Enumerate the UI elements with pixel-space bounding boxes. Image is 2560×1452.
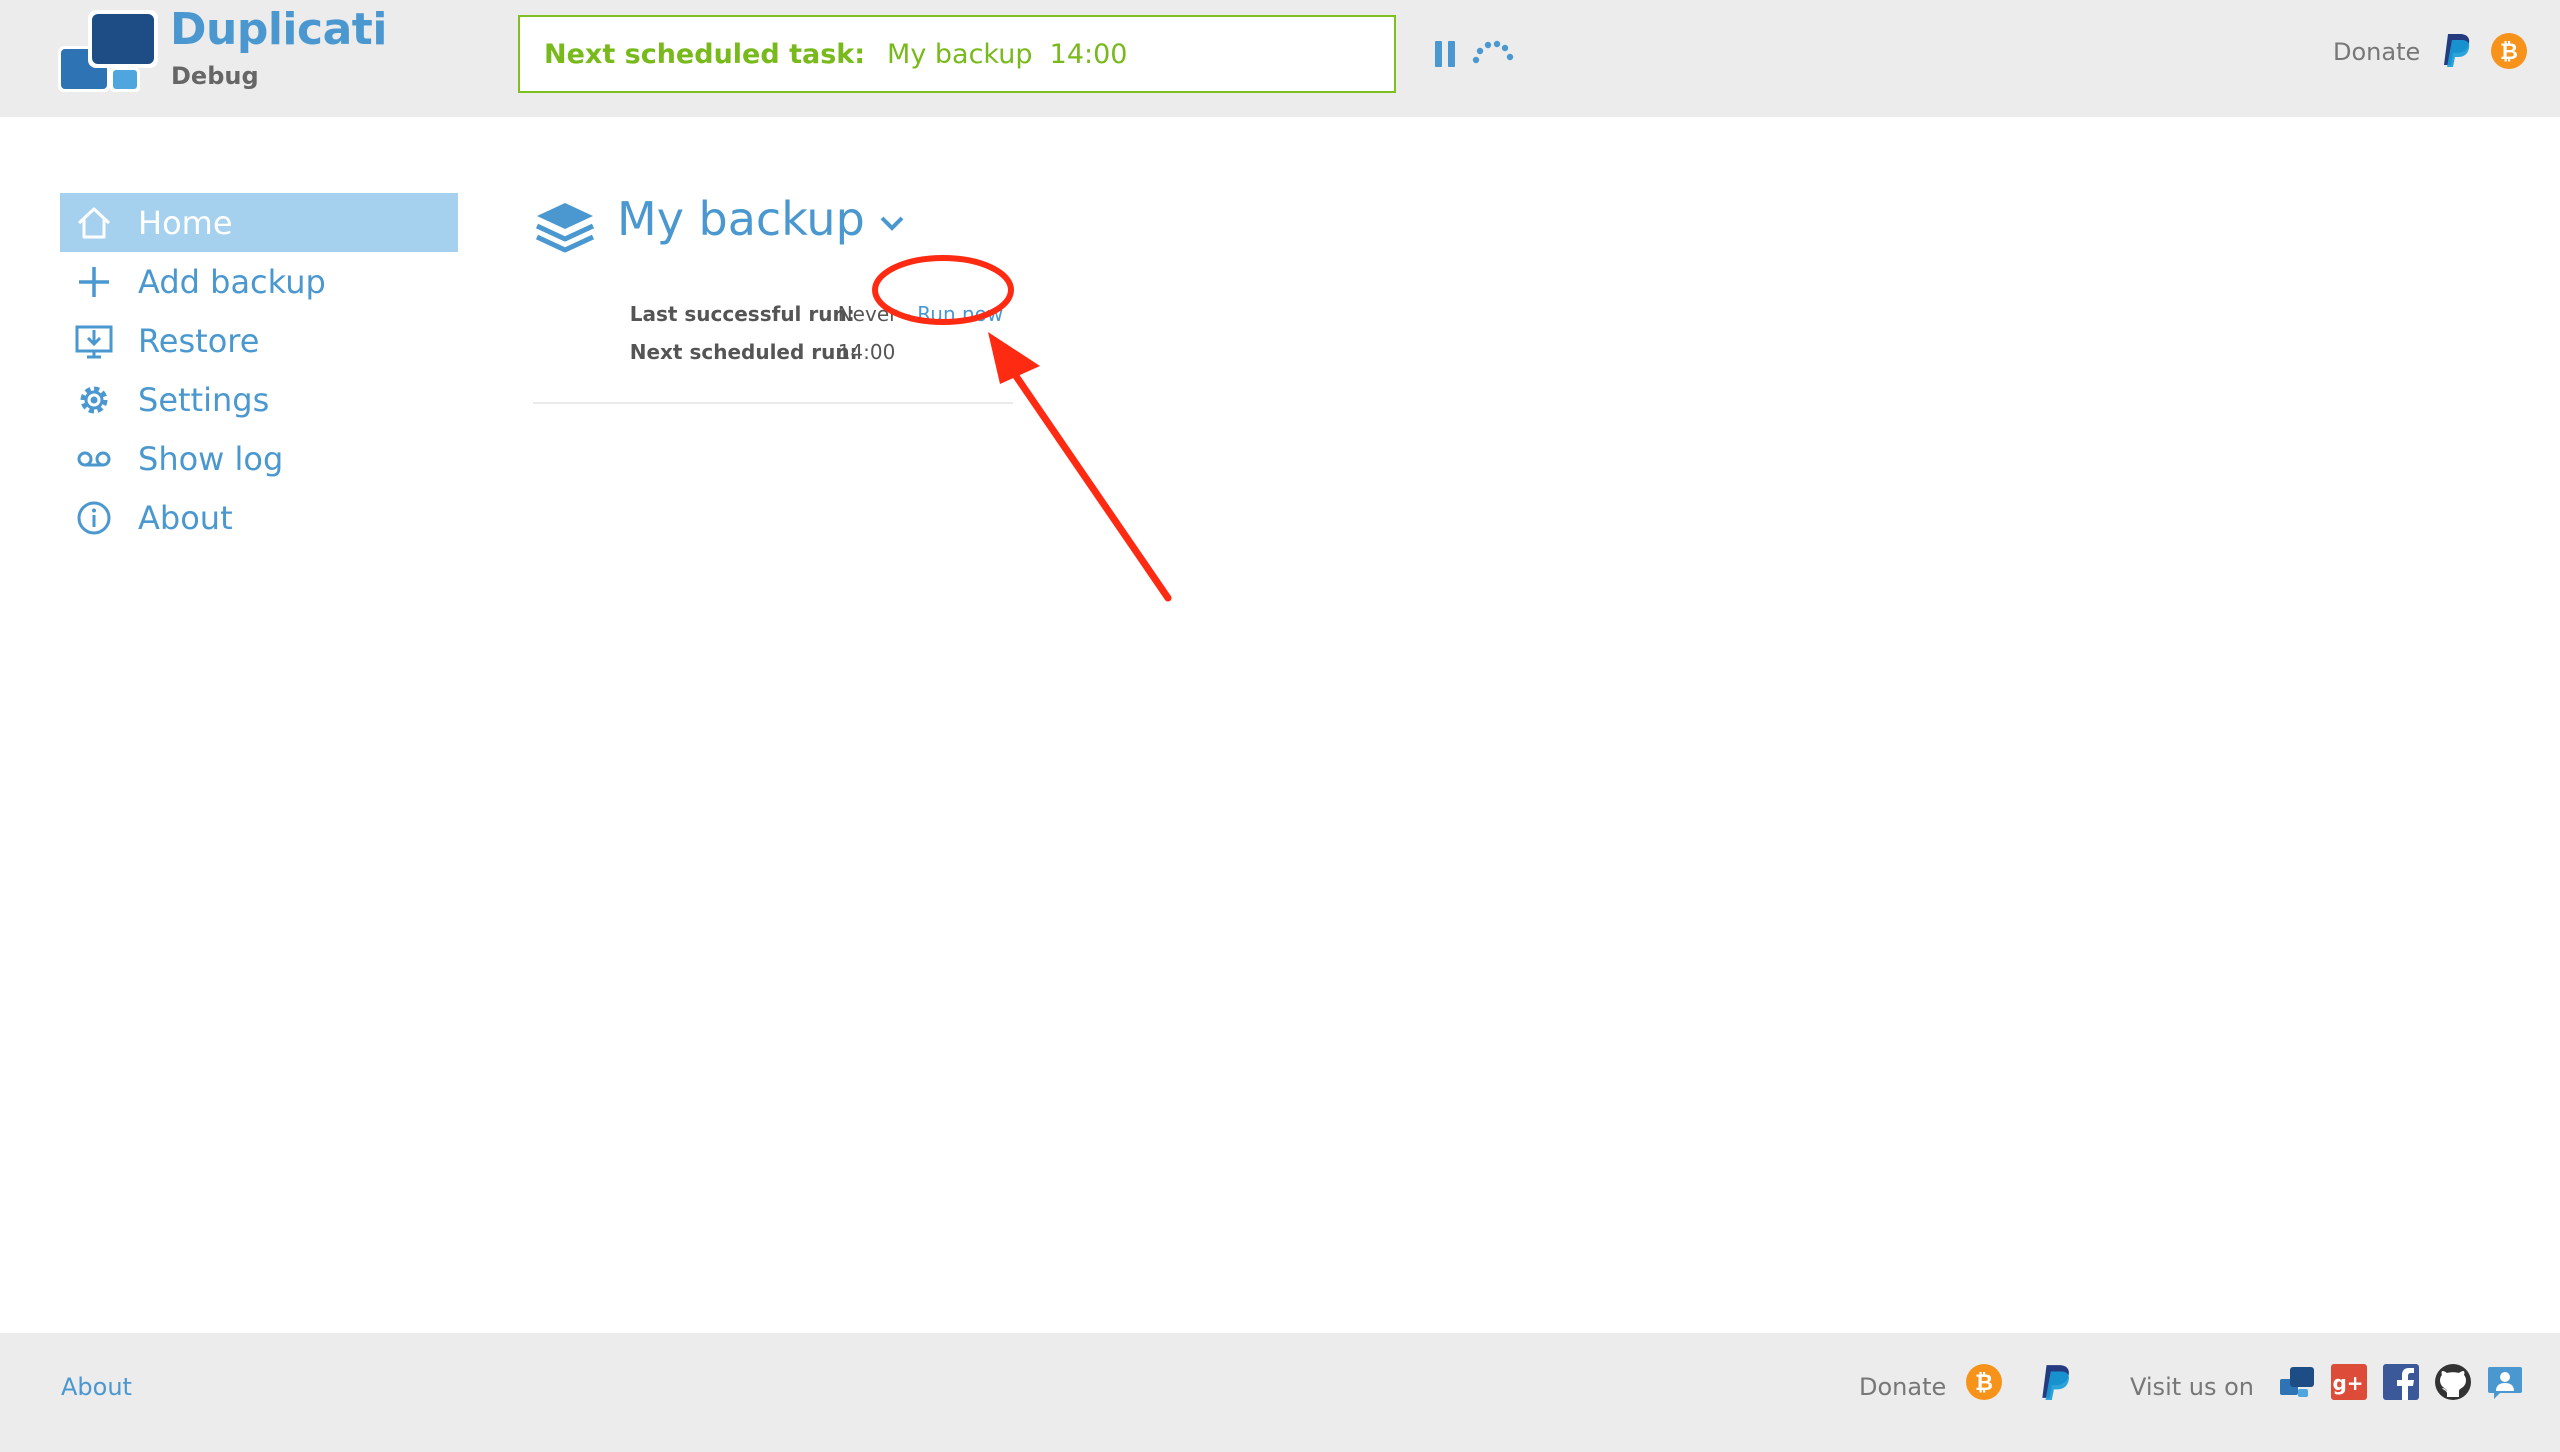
chevron-down-icon[interactable] — [879, 214, 905, 232]
sidebar-item-label: Restore — [138, 321, 260, 360]
backup-name: My backup — [617, 192, 865, 246]
throttle-icon[interactable] — [1472, 40, 1514, 64]
duplicati-logo[interactable] — [58, 10, 166, 96]
gear-icon — [72, 378, 116, 422]
next-run-value: 14:00 — [837, 340, 896, 364]
facebook-icon[interactable] — [2382, 1363, 2420, 1401]
paypal-icon[interactable] — [2036, 1363, 2074, 1401]
sidebar-item-label: About — [138, 498, 233, 537]
top-bar: Duplicati Debug Next scheduled task: My … — [0, 0, 2560, 117]
plus-icon — [72, 260, 116, 304]
svg-text:g+: g+ — [2332, 1371, 2363, 1395]
donate-label: Donate — [2333, 38, 2421, 66]
sidebar-item-label: Show log — [138, 439, 284, 478]
restore-icon — [72, 319, 116, 363]
run-separator: - — [903, 302, 911, 326]
sidebar-item-label: Settings — [138, 380, 270, 419]
bitcoin-icon[interactable]: ₿ — [1965, 1363, 2003, 1401]
home-icon — [72, 201, 116, 245]
run-now-link[interactable]: Run now — [917, 302, 1003, 326]
brand-subtitle: Debug — [171, 62, 259, 90]
paypal-icon[interactable] — [2440, 32, 2472, 68]
task-label: Next scheduled task: — [544, 38, 866, 70]
bitcoin-icon[interactable]: ₿ — [2490, 32, 2528, 70]
footer-bar: About Donate ₿ Visit us on g+ — [0, 1333, 2560, 1452]
sidebar-item-label: Home — [138, 203, 233, 242]
sidebar-item-home[interactable]: Home — [60, 193, 458, 252]
sidebar-item-label: Add backup — [138, 262, 326, 301]
next-run-label: Next scheduled run: — [629, 340, 858, 364]
backup-title[interactable]: My backup — [617, 192, 905, 246]
svg-text:₿: ₿ — [2500, 40, 2518, 65]
next-run-row: Next scheduled run:14:00 — [617, 316, 896, 364]
backup-divider — [533, 402, 1013, 404]
footer-about-link[interactable]: About — [61, 1373, 132, 1401]
github-icon[interactable] — [2434, 1363, 2472, 1401]
sidebar-item-add-backup[interactable]: Add backup — [60, 252, 458, 311]
brand-name: Duplicati — [170, 4, 387, 55]
visit-us-label: Visit us on — [2130, 1373, 2255, 1401]
google-plus-icon[interactable]: g+ — [2330, 1363, 2368, 1401]
sidebar-item-show-log[interactable]: Show log — [60, 429, 458, 488]
annotation-arrow-head — [988, 332, 1040, 384]
task-value: My backup 14:00 — [887, 38, 1128, 70]
sidebar-item-restore[interactable]: Restore — [60, 311, 458, 370]
annotation-arrow-line — [1001, 356, 1172, 602]
sidebar-item-settings[interactable]: Settings — [60, 370, 458, 429]
sidebar-item-about[interactable]: About — [60, 488, 458, 547]
log-icon — [72, 437, 116, 481]
svg-text:₿: ₿ — [1975, 1371, 1993, 1396]
next-task-banner[interactable]: Next scheduled task: My backup 14:00 — [518, 15, 1396, 93]
info-icon — [72, 496, 116, 540]
backup-layers-icon — [535, 203, 595, 253]
community-icon[interactable] — [2486, 1363, 2524, 1401]
sidebar-nav: Home Add backup Restore Settings Show lo… — [60, 193, 458, 547]
pause-icon[interactable] — [1435, 41, 1457, 69]
duplicati-forum-icon[interactable] — [2278, 1363, 2316, 1401]
footer-donate-label: Donate — [1859, 1373, 1947, 1401]
